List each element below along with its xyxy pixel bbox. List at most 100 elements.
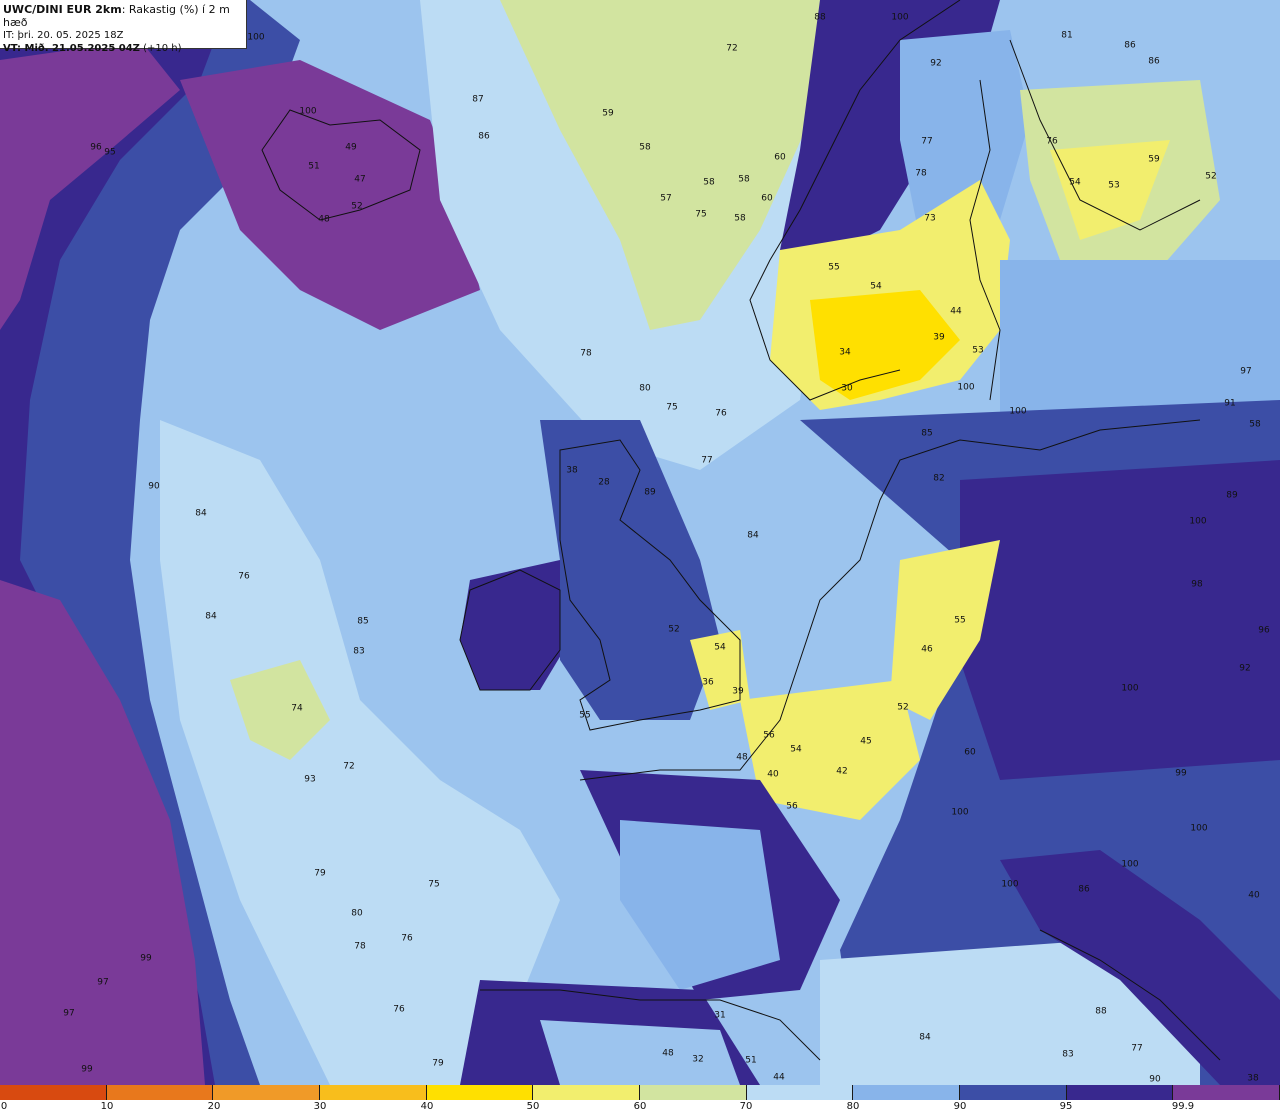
humidity-value-label: 46 (921, 644, 933, 655)
humidity-value-label: 58 (1249, 419, 1261, 430)
legend-bar (0, 1085, 1280, 1100)
humidity-value-label: 99 (140, 953, 152, 964)
humidity-value-label: 100 (1121, 683, 1139, 694)
humidity-value-label: 93 (304, 774, 316, 785)
humidity-value-label: 76 (401, 933, 413, 944)
legend-swatch (1173, 1085, 1280, 1100)
legend-label: 30 (313, 1101, 327, 1112)
humidity-value-label: 56 (786, 801, 798, 812)
humidity-value-label: 84 (195, 508, 207, 519)
legend-swatch (640, 1085, 747, 1100)
humidity-value-label: 34 (839, 347, 851, 358)
humidity-value-label: 78 (580, 348, 592, 359)
legend-label: 50 (526, 1101, 540, 1112)
humidity-value-label: 60 (964, 747, 976, 758)
legend-swatch (426, 1085, 534, 1100)
humidity-value-label: 60 (774, 152, 786, 163)
relative-humidity-field (0, 0, 1280, 1085)
humidity-value-label: 99 (81, 1064, 93, 1075)
legend-label: 0 (0, 1101, 8, 1112)
humidity-value-label: 76 (715, 408, 727, 419)
humidity-value-label: 83 (353, 646, 365, 657)
legend-label: 99.9 (1171, 1101, 1195, 1112)
humidity-value-label: 79 (432, 1058, 444, 1069)
legend-swatch (106, 1085, 214, 1100)
humidity-value-label: 72 (726, 43, 738, 54)
humidity-value-label: 48 (318, 214, 330, 225)
humidity-value-label: 97 (1240, 366, 1252, 377)
humidity-value-label: 100 (957, 382, 975, 393)
legend-label: 20 (207, 1101, 221, 1112)
legend-label: 10 (100, 1101, 114, 1112)
humidity-value-label: 48 (736, 752, 748, 763)
humidity-value-label: 52 (1205, 171, 1217, 182)
humidity-value-label: 76 (393, 1004, 405, 1015)
humidity-value-label: 90 (1149, 1074, 1161, 1085)
humidity-value-label: 58 (639, 142, 651, 153)
legend-label: 95 (1059, 1101, 1073, 1112)
humidity-value-label: 53 (972, 345, 984, 356)
title-line: UWC/DINI EUR 2km: Rakastig (%) í 2 m hæð (3, 3, 246, 29)
humidity-value-label: 74 (291, 703, 303, 714)
humidity-value-label: 100 (1001, 879, 1019, 890)
legend-swatch (320, 1085, 427, 1100)
humidity-value-label: 60 (761, 193, 773, 204)
humidity-value-label: 76 (1046, 136, 1058, 147)
humidity-value-label: 30 (841, 383, 853, 394)
humidity-value-label: 86 (1124, 40, 1136, 51)
humidity-value-label: 55 (828, 262, 840, 273)
humidity-value-label: 31 (714, 1010, 726, 1021)
humidity-value-label: 47 (354, 174, 366, 185)
humidity-value-label: 44 (773, 1072, 785, 1083)
humidity-value-label: 89 (1226, 490, 1238, 501)
humidity-value-label: 90 (148, 481, 160, 492)
humidity-value-label: 48 (662, 1048, 674, 1059)
humidity-value-label: 59 (602, 108, 614, 119)
humidity-band-baltic-blue (1000, 260, 1280, 420)
humidity-value-label: 89 (644, 487, 656, 498)
humidity-value-label: 54 (714, 642, 726, 653)
humidity-value-label: 75 (428, 879, 440, 890)
humidity-value-label: 77 (921, 136, 933, 147)
humidity-value-label: 100 (299, 106, 317, 117)
humidity-value-label: 40 (1248, 890, 1260, 901)
humidity-value-label: 52 (351, 201, 363, 212)
legend-label: 60 (633, 1101, 647, 1112)
humidity-value-label: 100 (1121, 859, 1139, 870)
humidity-value-label: 81 (1061, 30, 1073, 41)
humidity-value-label: 39 (732, 686, 744, 697)
humidity-value-label: 100 (1009, 406, 1027, 417)
legend-label: 40 (420, 1101, 434, 1112)
lead-time: (+10 h) (139, 43, 182, 54)
humidity-value-label: 77 (1131, 1043, 1143, 1054)
humidity-value-label: 91 (1224, 398, 1236, 409)
humidity-value-label: 97 (63, 1008, 75, 1019)
humidity-value-label: 88 (1095, 1006, 1107, 1017)
humidity-value-label: 59 (1148, 154, 1160, 165)
humidity-value-label: 72 (343, 761, 355, 772)
humidity-value-label: 86 (478, 131, 490, 142)
humidity-value-label: 100 (891, 12, 909, 23)
humidity-value-label: 32 (692, 1054, 704, 1065)
humidity-value-label: 28 (598, 477, 610, 488)
humidity-value-label: 76 (238, 571, 250, 582)
legend-labels: 0 10 20 30 40 50 60 70 80 90 95 99.9 (0, 1101, 1280, 1115)
humidity-value-label: 99 (1175, 768, 1187, 779)
humidity-value-label: 79 (314, 868, 326, 879)
legend-swatch (533, 1085, 641, 1100)
humidity-value-label: 52 (897, 702, 909, 713)
humidity-value-label: 96 (1258, 625, 1270, 636)
humidity-value-label: 51 (308, 161, 320, 172)
humidity-value-label: 58 (734, 213, 746, 224)
humidity-value-label: 100 (1190, 823, 1208, 834)
humidity-value-label: 86 (1148, 56, 1160, 67)
humidity-value-label: 83 (1062, 1049, 1074, 1060)
humidity-value-label: 95 (104, 147, 116, 158)
legend-label: 90 (953, 1101, 967, 1112)
humidity-value-label: 49 (345, 142, 357, 153)
humidity-value-label: 84 (205, 611, 217, 622)
humidity-value-label: 36 (702, 677, 714, 688)
humidity-value-label: 39 (933, 332, 945, 343)
humidity-value-label: 44 (950, 306, 962, 317)
humidity-value-label: 53 (1108, 180, 1120, 191)
